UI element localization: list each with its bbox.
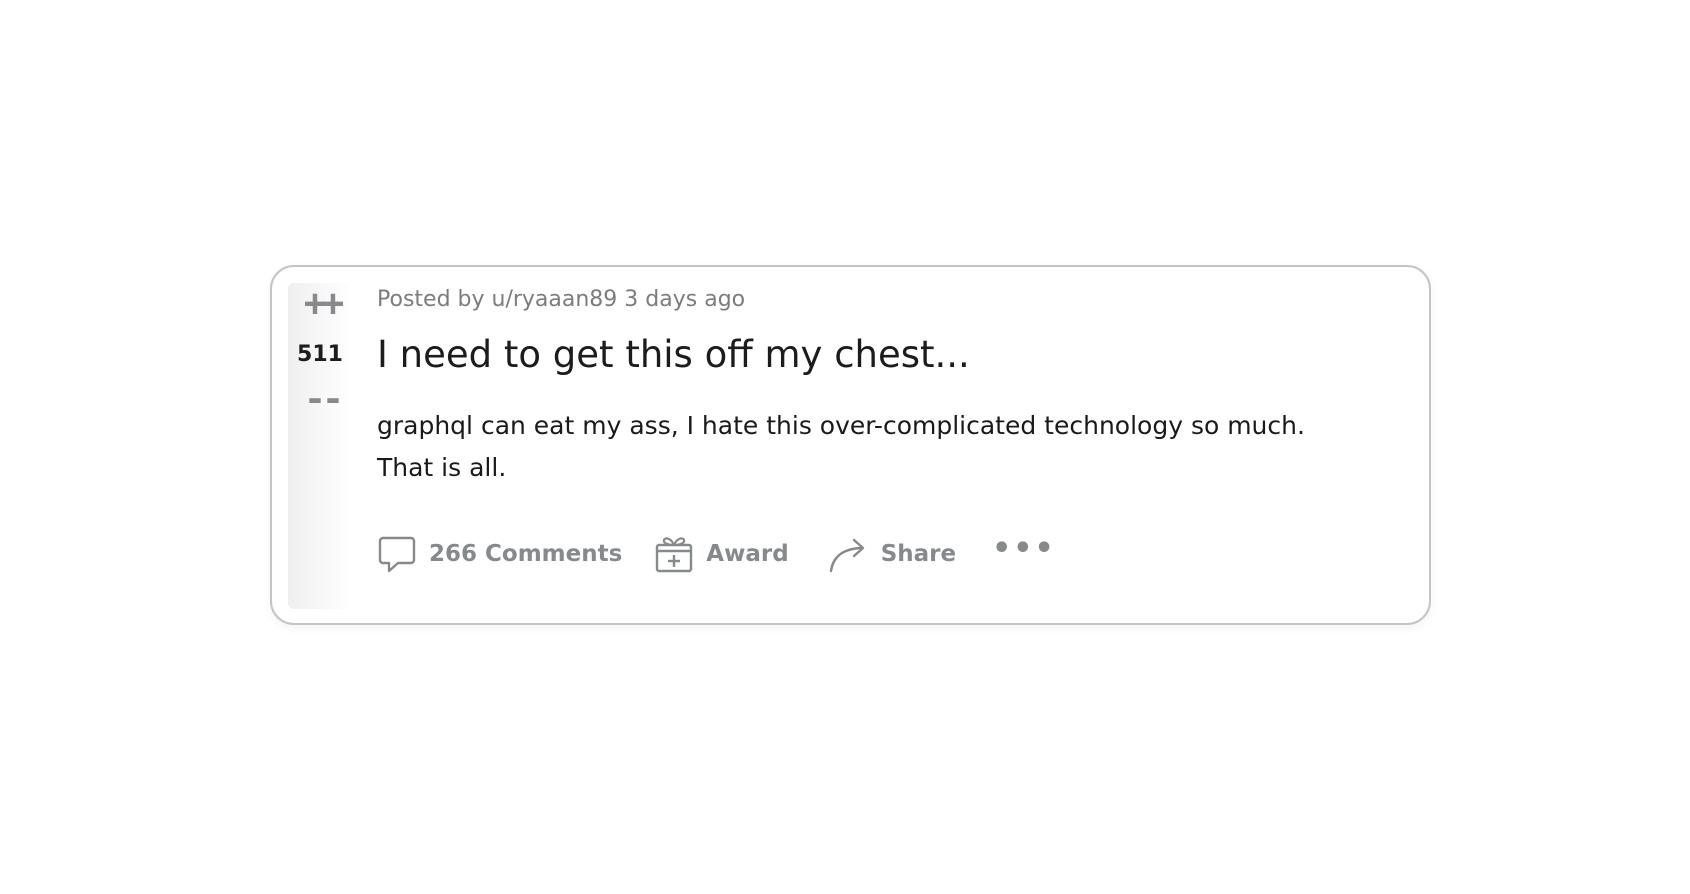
vote-rail: ++ 511 --	[288, 283, 352, 609]
upvote-button[interactable]: ++	[296, 288, 346, 328]
post-title[interactable]: I need to get this off my chest...	[377, 333, 1389, 377]
post-body: graphql can eat my ass, I hate this over…	[377, 405, 1389, 489]
award-button[interactable]: Award	[654, 534, 789, 574]
share-label: Share	[880, 541, 957, 567]
gift-icon	[654, 534, 694, 574]
comments-button[interactable]: 266 Comments	[377, 534, 622, 574]
post-card[interactable]: ++ 511 -- Posted by u/ryaaan89 3 days ag…	[270, 265, 1431, 625]
comment-bubble-icon	[377, 534, 417, 574]
post-meta: Posted by u/ryaaan89 3 days ago	[377, 287, 746, 312]
post-actions: 266 Comments Award Share •••	[377, 532, 1056, 576]
share-arrow-icon	[827, 533, 869, 575]
more-options-button[interactable]: •••	[992, 534, 1056, 569]
downvote-button[interactable]: --	[296, 382, 346, 422]
comments-label: 266 Comments	[429, 541, 623, 567]
post-body-line: That is all.	[377, 453, 507, 482]
post-body-line: graphql can eat my ass, I hate this over…	[377, 411, 1305, 440]
vote-score: 511	[297, 342, 343, 367]
award-label: Award	[706, 541, 789, 567]
share-button[interactable]: Share	[827, 533, 956, 575]
post-content: Posted by u/ryaaan89 3 days ago I need t…	[377, 287, 1389, 489]
